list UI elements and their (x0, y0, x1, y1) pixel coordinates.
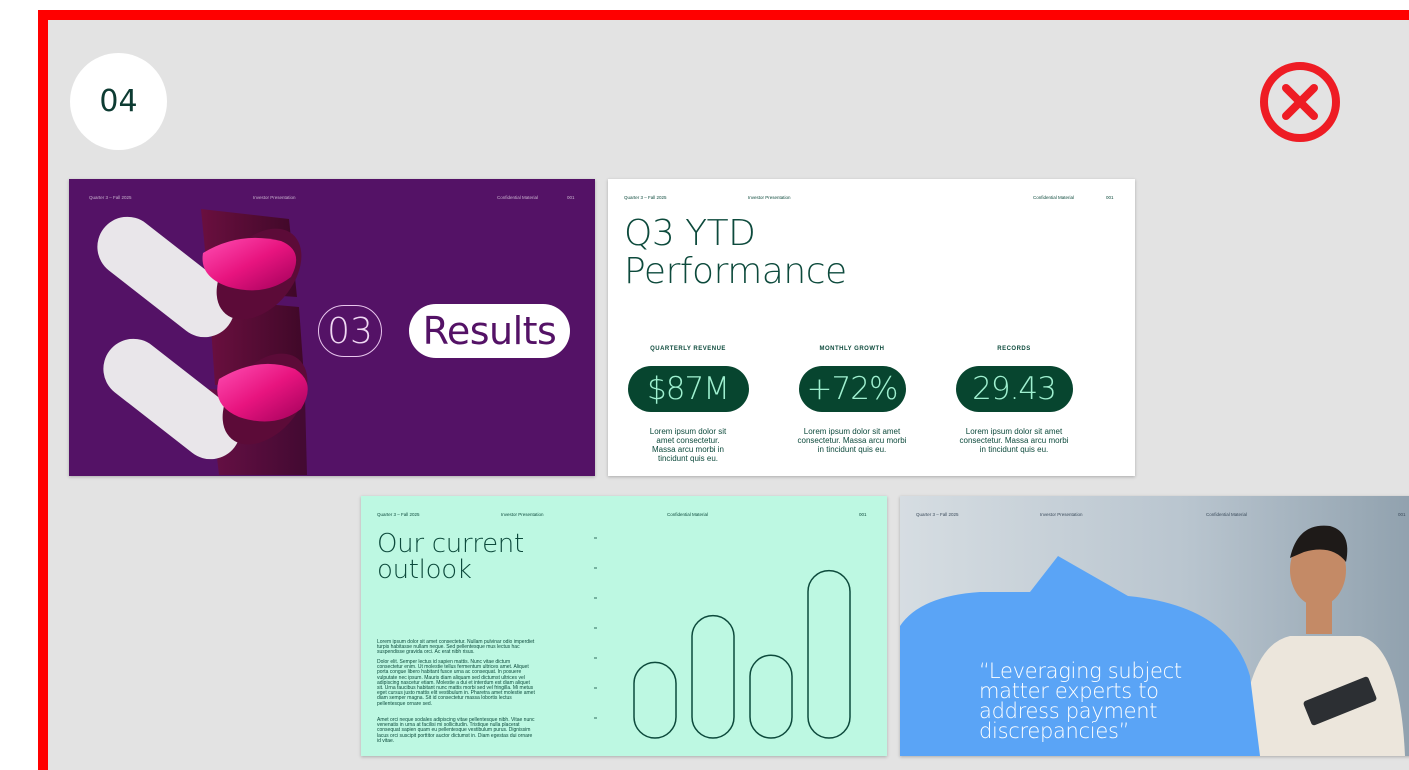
slide-header: Quarter 3 – Fall 2025 Investor Presentat… (900, 496, 1409, 530)
metric-description: Lorem ipsum dolor sit amet consectetur. … (649, 427, 727, 463)
slide-thumbnail-performance[interactable]: Quarter 3 – Fall 2025 Investor Presentat… (608, 179, 1135, 476)
header-quarter: Quarter 3 – Fall 2025 (377, 512, 420, 517)
outlook-bar-chart (594, 537, 851, 739)
close-icon[interactable] (1258, 60, 1342, 144)
chart-bar (807, 569, 851, 739)
section-number-pill: 03 (318, 305, 382, 357)
metric-label: QUARTERLY REVENUE (650, 346, 726, 352)
metric-description: Lorem ipsum dolor sit amet consectetur. … (959, 427, 1069, 454)
title-line-1: Our current (377, 529, 524, 559)
title-line-2: Performance (624, 251, 847, 292)
header-quarter: Quarter 3 – Fall 2025 (624, 195, 667, 200)
slide-thumbnail-outlook[interactable]: Quarter 3 – Fall 2025 Investor Presentat… (361, 496, 887, 756)
header-confidential: Confidential Material (667, 512, 709, 517)
slide-header: Quarter 3 – Fall 2025 Investor Presentat… (361, 496, 887, 530)
slide-title: Our current outlook (377, 531, 524, 583)
slide-thumbnail-quote[interactable]: Quarter 3 – Fall 2025 Investor Presentat… (900, 496, 1409, 756)
metric-quarterly-revenue: QUARTERLY REVENUE $87M Lorem ipsum dolor… (618, 346, 758, 463)
section-title-pill: Results (409, 304, 570, 358)
metric-label: RECORDS (997, 346, 1031, 352)
metric-monthly-growth: MONTHLY GROWTH +72% Lorem ipsum dolor si… (782, 346, 922, 454)
header-page-number: 001 (1398, 512, 1406, 517)
slide-thumbnail-results[interactable]: Quarter 3 – Fall 2025 Investor Presentat… (69, 179, 595, 476)
metric-records: RECORDS 29.43 Lorem ipsum dolor sit amet… (944, 346, 1084, 454)
header-quarter: Quarter 3 – Fall 2025 (916, 512, 959, 517)
header-confidential: Confidential Material (1033, 195, 1075, 200)
metric-description: Lorem ipsum dolor sit amet consectetur. … (797, 427, 907, 454)
chart-bar (749, 654, 793, 739)
chart-bar (691, 614, 735, 739)
metric-value-pill: +72% (798, 366, 906, 412)
body-paragraph-1: Lorem ipsum dolor sit amet consectetur. … (377, 639, 535, 656)
chart-bar (633, 661, 677, 739)
metric-value-pill: $87M (627, 366, 749, 412)
header-confidential: Confidential Material (1206, 512, 1248, 517)
slide-title: Q3 YTD Performance (624, 215, 847, 291)
body-paragraph-3: Amet orci neque sodales adipiscing vitae… (377, 717, 535, 744)
title-line-2: outlook (377, 555, 472, 585)
header-deck-name: Investor Presentation (1040, 512, 1083, 517)
header-deck-name: Investor Presentation (501, 512, 544, 517)
header-deck-name: Investor Presentation (748, 195, 791, 200)
slide-header: Quarter 3 – Fall 2025 Investor Presentat… (608, 179, 1135, 213)
metric-value-pill: 29.43 (955, 366, 1073, 412)
header-page-number: 001 (859, 512, 867, 517)
title-line-1: Q3 YTD (624, 213, 756, 254)
header-page-number: 001 (1106, 195, 1114, 200)
step-number-badge: 04 (70, 53, 167, 150)
quote-text: “Leveraging subject matter experts to ad… (979, 659, 1182, 743)
metric-label: MONTHLY GROWTH (819, 346, 885, 352)
body-paragraph-2: Dolor elit. Semper lectus id sapien matt… (377, 659, 535, 707)
